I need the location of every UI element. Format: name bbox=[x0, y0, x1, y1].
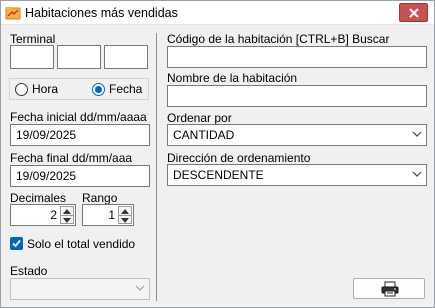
print-button[interactable] bbox=[353, 278, 425, 299]
fecha-final-input[interactable]: 19/09/2025 bbox=[10, 165, 150, 187]
terminal-field-3[interactable] bbox=[104, 45, 148, 69]
radio-hora-circle bbox=[15, 83, 28, 96]
solo-total-label: Solo el total vendido bbox=[27, 237, 136, 251]
fecha-inicial-label: Fecha inicial dd/mm/aaaa bbox=[10, 110, 147, 124]
direccion-label: Dirección de ordenamiento bbox=[167, 151, 311, 165]
close-button[interactable] bbox=[399, 3, 428, 22]
rango-stepper[interactable]: 1 bbox=[82, 204, 134, 226]
chevron-down-icon bbox=[412, 131, 422, 137]
ordenar-select[interactable]: CANTIDAD bbox=[167, 124, 427, 146]
estado-label: Estado bbox=[10, 264, 48, 278]
nombre-label: Nombre de la habitación bbox=[167, 71, 298, 85]
radio-hora[interactable]: Hora bbox=[15, 82, 70, 98]
radio-fecha-label: Fecha bbox=[109, 82, 143, 96]
rango-value: 1 bbox=[108, 208, 115, 222]
estado-select[interactable] bbox=[10, 278, 150, 300]
decimales-stepper[interactable]: 2 bbox=[10, 204, 76, 226]
decimales-spin-buttons[interactable] bbox=[60, 206, 74, 224]
report-icon bbox=[5, 6, 21, 20]
radio-fecha[interactable]: Fecha bbox=[92, 82, 147, 98]
direccion-value: DESCENDENTE bbox=[173, 168, 264, 182]
rango-spin-buttons[interactable] bbox=[118, 206, 132, 224]
spin-up-icon bbox=[63, 209, 71, 214]
nombre-input[interactable] bbox=[167, 85, 427, 107]
codigo-label: Código de la habitación [CTRL+B] Buscar bbox=[167, 32, 390, 46]
printer-icon bbox=[381, 281, 399, 297]
check-icon bbox=[12, 239, 21, 248]
ordenar-value: CANTIDAD bbox=[173, 128, 235, 142]
solo-total-checkbox[interactable] bbox=[10, 237, 23, 250]
spin-down-icon bbox=[63, 218, 71, 223]
fecha-inicial-input[interactable]: 19/09/2025 bbox=[10, 124, 150, 146]
radio-fecha-circle bbox=[92, 83, 105, 96]
terminal-field-1[interactable] bbox=[10, 45, 54, 69]
title-bar: Habitaciones más vendidas bbox=[1, 1, 434, 25]
terminal-field-2[interactable] bbox=[57, 45, 101, 69]
direccion-select[interactable]: DESCENDENTE bbox=[167, 164, 427, 186]
report-window: Habitaciones más vendidas Terminal Hora … bbox=[0, 0, 435, 308]
spin-up-icon bbox=[121, 209, 129, 214]
radio-hora-label: Hora bbox=[32, 82, 59, 96]
column-divider bbox=[156, 33, 157, 301]
mode-radio-group: Hora Fecha bbox=[9, 78, 149, 100]
codigo-input[interactable] bbox=[167, 46, 427, 68]
chevron-down-icon bbox=[412, 171, 422, 177]
fecha-final-label: Fecha final dd/mm/aaa bbox=[10, 151, 133, 165]
terminal-label: Terminal bbox=[10, 32, 56, 46]
decimales-label: Decimales bbox=[10, 191, 67, 205]
ordenar-label: Ordenar por bbox=[167, 111, 232, 125]
rango-label: Rango bbox=[82, 191, 118, 205]
chevron-down-icon bbox=[135, 285, 145, 291]
window-title: Habitaciones más vendidas bbox=[25, 6, 178, 20]
spin-down-icon bbox=[121, 218, 129, 223]
decimales-value: 2 bbox=[50, 208, 57, 222]
close-icon bbox=[409, 8, 419, 18]
